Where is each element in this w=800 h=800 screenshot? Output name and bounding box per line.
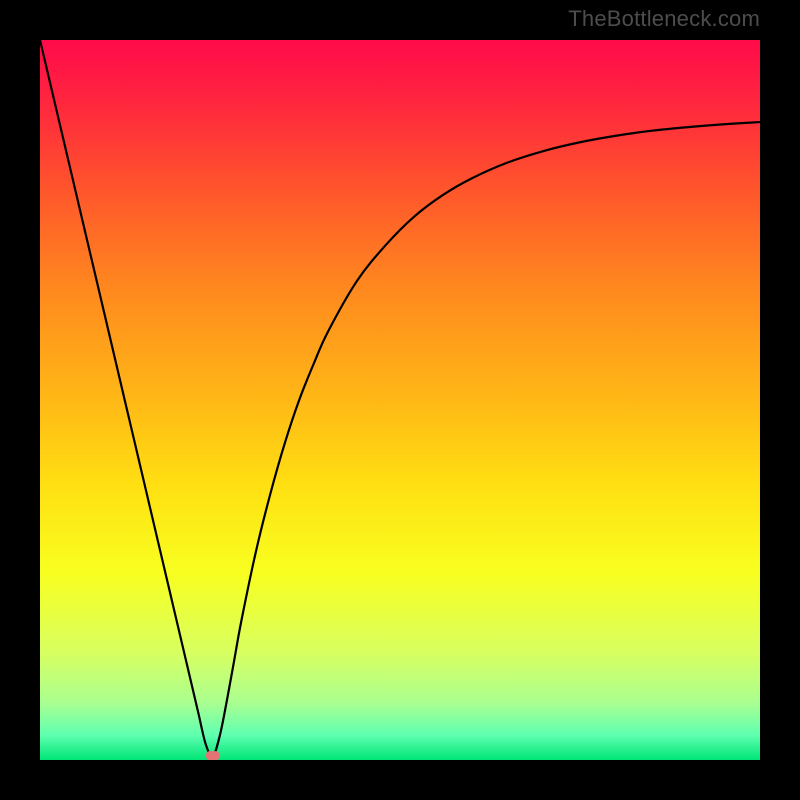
plot-area [40, 40, 760, 760]
chart-svg [40, 40, 760, 760]
chart-frame: TheBottleneck.com [0, 0, 800, 800]
watermark-text: TheBottleneck.com [568, 6, 760, 32]
gradient-background [40, 40, 760, 760]
optimal-marker [206, 751, 220, 760]
